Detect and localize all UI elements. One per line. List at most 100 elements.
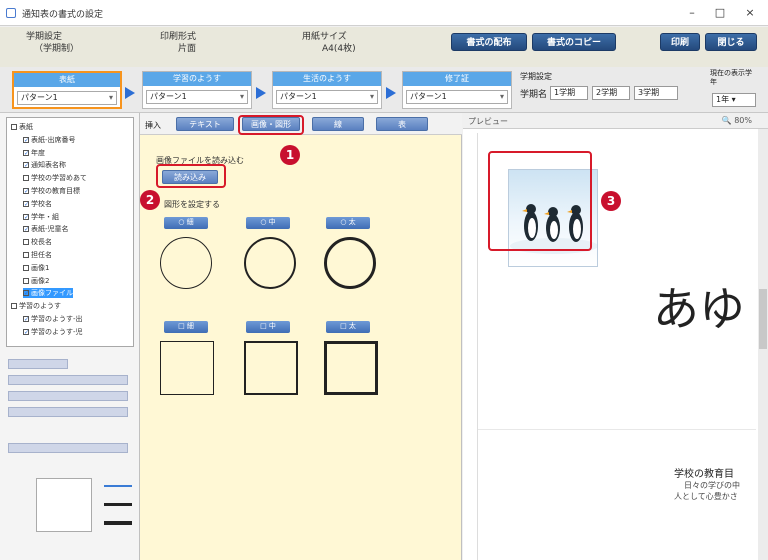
checkbox-icon[interactable] xyxy=(23,264,29,271)
item-tree[interactable]: 表紙 ✓ 表紙-出席番号 ✓ 年度 ✓ 通知表名称 学校の学習めあて ✓ 学校の教育目標 ✓ 学校名 ✓… xyxy=(6,117,134,347)
maximize-button[interactable]: □ xyxy=(710,6,730,20)
pattern-cover-select[interactable]: パターン1 ▾ xyxy=(17,91,117,105)
circle-medium-shape[interactable] xyxy=(244,237,296,289)
tree-item[interactable]: 画像2 xyxy=(23,276,49,286)
checkbox-checked-icon[interactable]: ✓ xyxy=(23,316,29,323)
tree-item[interactable]: ✓ 学習のようす-出 xyxy=(23,314,83,324)
tree-item-label: 年度 xyxy=(31,148,45,157)
pattern-completion[interactable]: 修了証 パターン1 ▾ xyxy=(402,71,512,109)
term-name-1[interactable]: 1学期 xyxy=(550,86,588,100)
scrollbar-thumb[interactable] xyxy=(759,289,767,349)
insert-table-button[interactable]: 表 xyxy=(376,117,428,131)
pattern-study-value: パターン1 xyxy=(150,92,187,101)
checkbox-checked-icon[interactable]: ✓ xyxy=(23,226,29,233)
square-thin-shape[interactable] xyxy=(160,341,214,395)
chevron-down-icon: ▾ xyxy=(239,92,244,101)
checkbox-icon[interactable] xyxy=(23,277,29,284)
checkbox-icon[interactable] xyxy=(11,303,17,310)
circle-medium-button[interactable]: ○ 中 xyxy=(246,217,290,229)
checkbox-checked-icon[interactable]: ✓ xyxy=(23,213,29,220)
tree-item[interactable]: ✓ 学習のようす-児 xyxy=(23,327,83,337)
minimize-button[interactable]: – xyxy=(682,6,702,20)
circle-thin-shape[interactable] xyxy=(160,237,212,289)
pattern-study[interactable]: 学習のようす パターン1 ▾ xyxy=(142,71,252,109)
insert-line-button[interactable]: 線 xyxy=(312,117,364,131)
pattern-life-select[interactable]: パターン1 ▾ xyxy=(276,90,378,104)
checkbox-icon[interactable] xyxy=(23,239,29,246)
preview-header: プレビュー 🔍 80% xyxy=(463,113,768,129)
tree-item[interactable]: ✓ 学校名 xyxy=(23,199,52,209)
checkbox-icon[interactable] xyxy=(23,175,29,182)
left-panel: 表紙 ✓ 表紙-出席番号 ✓ 年度 ✓ 通知表名称 学校の学習めあて ✓ 学校の教育目標 ✓ 学校名 ✓… xyxy=(0,113,140,560)
tree-item[interactable]: 担任名 xyxy=(23,250,52,260)
circle-thick-shape[interactable] xyxy=(324,237,376,289)
tree-item[interactable]: 画像1 xyxy=(23,263,49,273)
tree-item[interactable]: 校長名 xyxy=(23,237,52,247)
checkbox-checked-icon[interactable]: ✓ xyxy=(23,290,29,297)
grade-select[interactable]: 1年 ▾ xyxy=(712,93,756,107)
print-button[interactable]: 印刷 xyxy=(660,33,700,51)
checkbox-checked-icon[interactable]: ✓ xyxy=(23,149,29,156)
tree-item-label: 表紙-児童名 xyxy=(31,225,69,234)
tree-item-label: 画像2 xyxy=(31,276,50,285)
pattern-completion-select[interactable]: パターン1 ▾ xyxy=(406,90,508,104)
checkbox-checked-icon[interactable]: ✓ xyxy=(23,162,29,169)
preview-panel: プレビュー 🔍 80% あゆ 学校の教育目 日々の学びの中 人として心豊かさ 3 xyxy=(463,113,768,560)
tree-item[interactable]: ✓ 表紙-出席番号 xyxy=(23,135,76,145)
left-control[interactable] xyxy=(8,391,128,401)
tree-item[interactable]: ✓ 年度 xyxy=(23,148,45,158)
tree-item[interactable]: ✓ 表紙-児童名 xyxy=(23,224,69,234)
checkbox-checked-icon[interactable]: ✓ xyxy=(23,328,29,335)
tree-item[interactable]: ✓ 学校の教育目標 xyxy=(23,186,80,196)
zoom-level[interactable]: 🔍 80% xyxy=(722,116,752,125)
line-style-medium[interactable] xyxy=(104,503,132,506)
tree-item[interactable]: 学習のようす xyxy=(11,301,61,311)
tree-item[interactable]: 表紙 xyxy=(11,122,33,132)
chevron-down-icon: ▾ xyxy=(731,95,736,104)
circle-thick-button[interactable]: ○ 太 xyxy=(326,217,370,229)
left-control[interactable] xyxy=(8,375,128,385)
insert-text-button[interactable]: テキスト xyxy=(176,117,234,131)
square-thick-shape[interactable] xyxy=(324,341,378,395)
tree-item-label: 画像1 xyxy=(31,263,50,272)
left-control[interactable] xyxy=(8,359,68,369)
tree-item[interactable]: ✓ 学年・組 xyxy=(23,212,59,222)
close-dialog-button[interactable]: 閉じる xyxy=(705,33,757,51)
preview-scrollbar[interactable] xyxy=(758,129,768,560)
checkbox-checked-icon[interactable]: ✓ xyxy=(23,188,29,195)
term-name-3[interactable]: 3学期 xyxy=(634,86,678,100)
tree-item-label: 通知表名称 xyxy=(31,161,66,170)
line-style-thick[interactable] xyxy=(104,521,132,525)
line-style-thin[interactable] xyxy=(104,485,132,487)
circle-thin-button[interactable]: ○ 細 xyxy=(164,217,208,229)
term-name-2[interactable]: 2学期 xyxy=(592,86,630,100)
square-medium-shape[interactable] xyxy=(244,341,298,395)
left-control[interactable] xyxy=(8,443,128,453)
arrow-right-icon xyxy=(125,87,135,99)
grade-label: 現在の表示学年 xyxy=(710,69,752,86)
pattern-cover[interactable]: 表紙 パターン1 ▾ xyxy=(12,71,122,109)
pattern-cover-value: パターン1 xyxy=(21,93,58,102)
tree-item[interactable]: ✓ 画像ファイル xyxy=(23,288,73,299)
square-medium-button[interactable]: □ 中 xyxy=(246,321,290,333)
square-thin-button[interactable]: □ 細 xyxy=(164,321,208,333)
pattern-life[interactable]: 生活のようす パターン1 ▾ xyxy=(272,71,382,109)
tree-item-label: 画像ファイル xyxy=(31,289,73,298)
tree-item[interactable]: 学校の学習めあて xyxy=(23,173,87,183)
info-bar: 学期設定 （学期制） 印刷形式 片面 用紙サイズ A4(4枚) 書式の配布 書式… xyxy=(0,27,768,67)
checkbox-checked-icon[interactable]: ✓ xyxy=(23,200,29,207)
checkbox-checked-icon[interactable]: ✓ xyxy=(23,136,29,143)
preview-label: プレビュー xyxy=(468,117,508,126)
color-preview-box[interactable] xyxy=(36,478,92,532)
distribute-format-button[interactable]: 書式の配布 xyxy=(451,33,527,51)
tree-item[interactable]: ✓ 通知表名称 xyxy=(23,160,66,170)
close-button[interactable]: × xyxy=(740,6,760,20)
square-thick-button[interactable]: □ 太 xyxy=(326,321,370,333)
checkbox-icon[interactable] xyxy=(23,252,29,258)
pattern-study-select[interactable]: パターン1 ▾ xyxy=(146,90,248,104)
checkbox-icon[interactable] xyxy=(11,124,17,130)
tree-item-label: 校長名 xyxy=(31,238,52,247)
left-control[interactable] xyxy=(8,407,128,417)
pattern-life-value: パターン1 xyxy=(280,92,317,101)
copy-format-button[interactable]: 書式のコピー xyxy=(532,33,616,51)
